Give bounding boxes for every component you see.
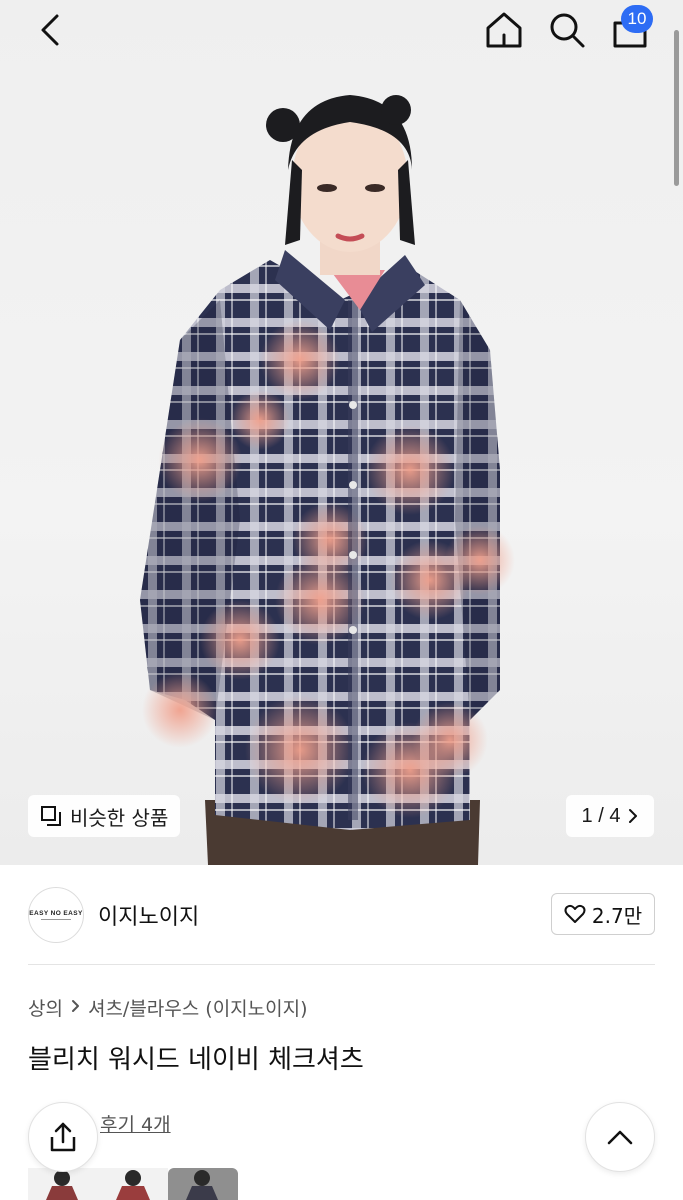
like-button[interactable]: 2.7만 bbox=[551, 893, 655, 935]
like-count: 2.7만 bbox=[591, 903, 643, 928]
chevron-right-icon bbox=[71, 998, 80, 1017]
thumbnail-image[interactable] bbox=[98, 1168, 168, 1200]
review-count-link[interactable]: 후기 4개 bbox=[100, 1110, 171, 1137]
similar-products-label: 비슷한 상품 bbox=[70, 805, 169, 830]
thumbnail-image[interactable] bbox=[168, 1168, 238, 1200]
breadcrumb-category[interactable]: 상의 bbox=[28, 994, 63, 1021]
chevron-up-icon bbox=[607, 1130, 633, 1145]
heart-icon bbox=[564, 904, 586, 923]
home-button[interactable] bbox=[482, 8, 526, 52]
product-image-gallery[interactable]: 10 비슷한 상품 1 / 4 bbox=[0, 0, 683, 865]
thumbnail-strip bbox=[28, 1168, 238, 1200]
brand-name-link[interactable]: 이지노이지 bbox=[98, 899, 199, 931]
brand-logo-rule bbox=[41, 919, 71, 920]
chevron-right-icon bbox=[629, 809, 638, 823]
brand-logo[interactable]: EASY NO EASY bbox=[28, 887, 84, 943]
chevron-left-icon bbox=[41, 14, 59, 46]
page-indicator: 1 / 4 bbox=[581, 804, 621, 827]
home-icon bbox=[486, 12, 522, 48]
section-divider bbox=[28, 964, 655, 965]
back-button[interactable] bbox=[28, 8, 72, 52]
share-button[interactable] bbox=[28, 1102, 98, 1172]
page-scrollbar[interactable] bbox=[674, 30, 679, 186]
scroll-to-top-button[interactable] bbox=[585, 1102, 655, 1172]
copy-icon bbox=[41, 806, 61, 826]
breadcrumb-subcategory[interactable]: 셔츠/블라우스 (이지노이지) bbox=[88, 994, 308, 1021]
top-navigation-bar: 10 bbox=[0, 0, 683, 62]
thumbnail-image[interactable] bbox=[28, 1168, 98, 1200]
share-icon bbox=[50, 1122, 76, 1152]
breadcrumb: 상의 셔츠/블라우스 (이지노이지) bbox=[28, 994, 308, 1021]
cart-count-badge: 10 bbox=[621, 5, 653, 33]
search-icon bbox=[550, 13, 585, 48]
brand-logo-text: EASY NO EASY bbox=[29, 910, 83, 917]
product-photo bbox=[140, 95, 515, 865]
image-pager[interactable]: 1 / 4 bbox=[566, 795, 654, 837]
product-title: 블리치 워시드 네이비 체크셔츠 bbox=[28, 1045, 364, 1075]
similar-products-button[interactable]: 비슷한 상품 bbox=[28, 795, 181, 837]
brand-row: EASY NO EASY 이지노이지 2.7만 bbox=[0, 865, 683, 963]
search-button[interactable] bbox=[545, 8, 589, 52]
